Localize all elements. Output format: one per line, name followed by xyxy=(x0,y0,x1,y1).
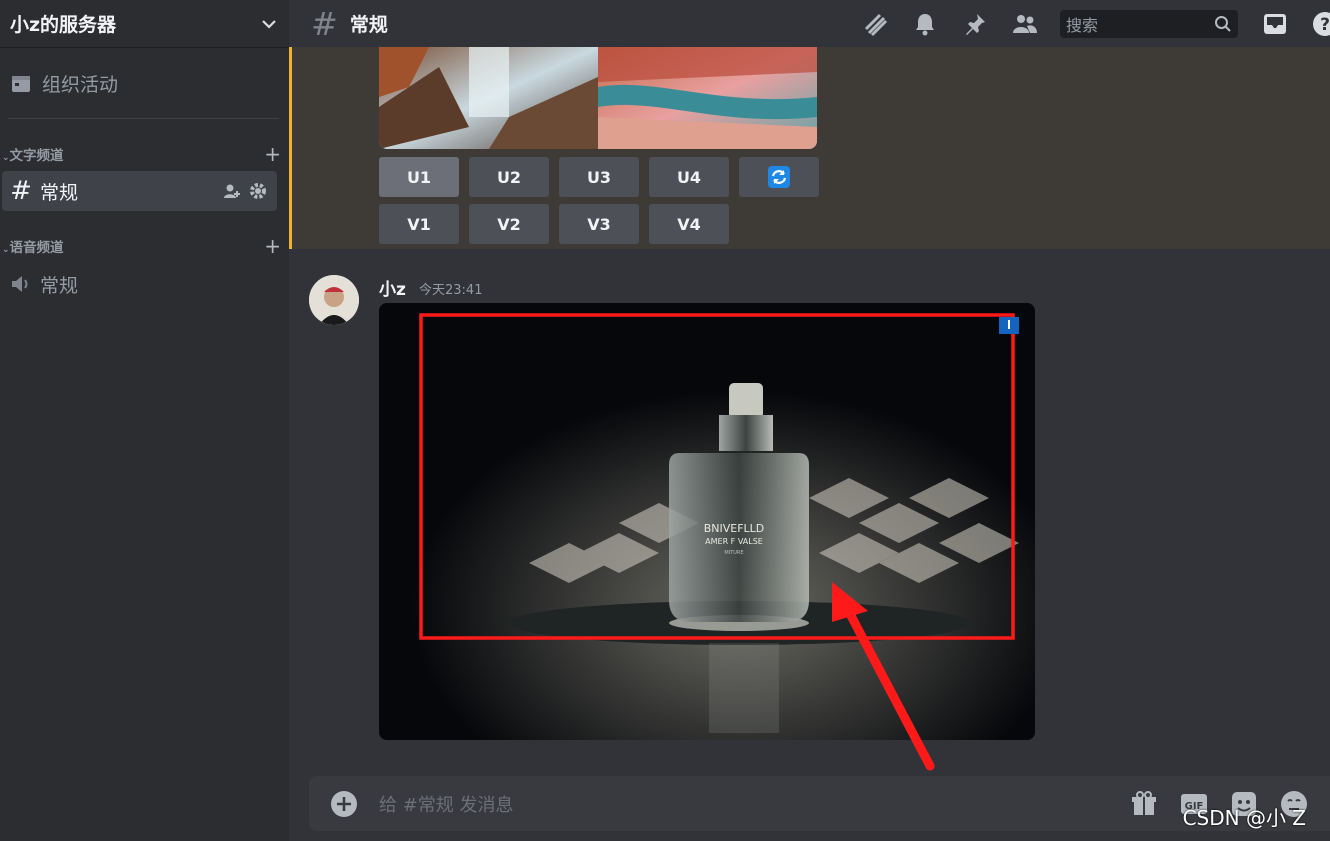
add-attachment-icon[interactable] xyxy=(331,790,357,817)
message-input[interactable]: 给 #常规 发消息 xyxy=(379,791,514,817)
annotation-arrow xyxy=(832,582,935,771)
message-composer[interactable]: 给 #常规 发消息 GIF xyxy=(309,776,1330,831)
watermark: CSDN @小 Z xyxy=(1182,806,1306,830)
annotation-overlay xyxy=(419,313,1019,771)
gift-icon[interactable] xyxy=(1130,790,1158,818)
annotation-rectangle xyxy=(419,313,1015,640)
